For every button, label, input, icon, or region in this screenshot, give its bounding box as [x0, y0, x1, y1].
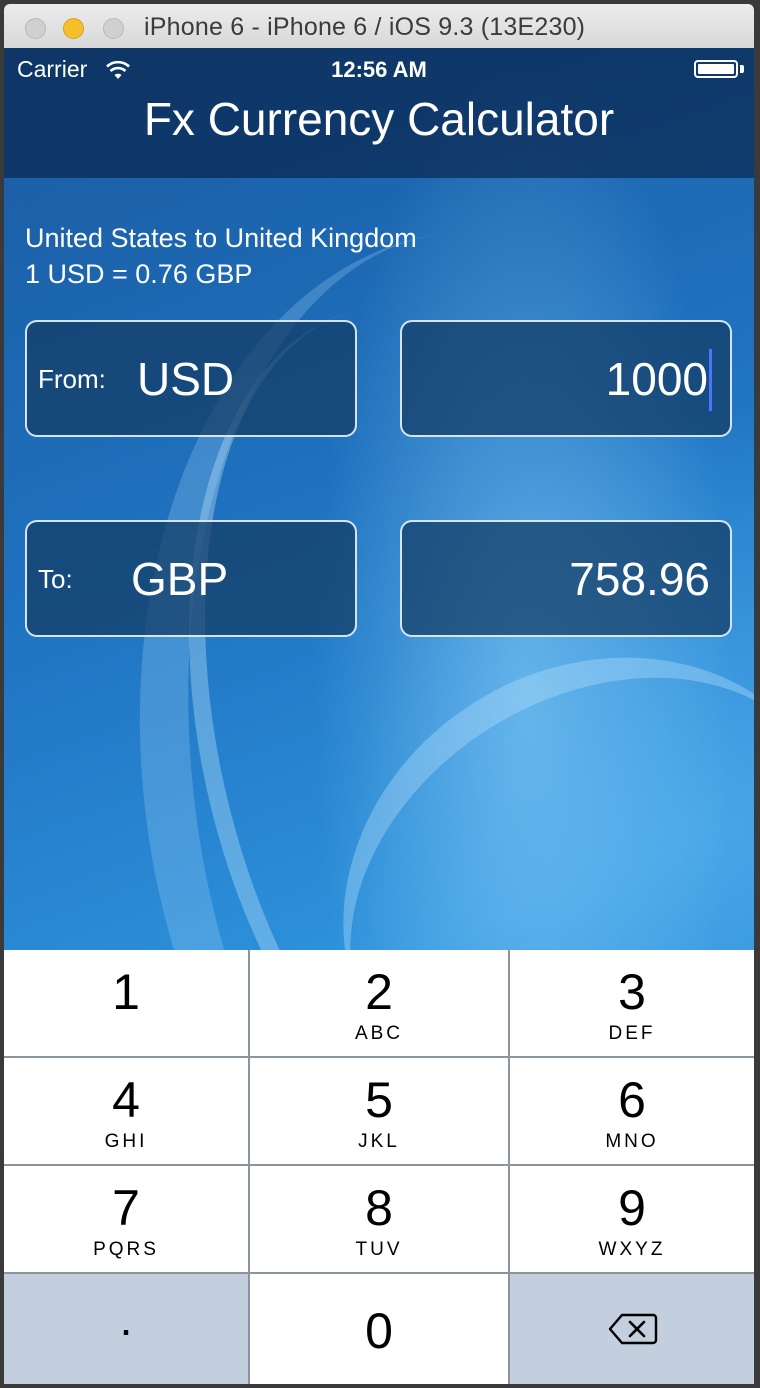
text-cursor — [709, 349, 712, 411]
to-amount-output[interactable]: 758.96 — [400, 520, 732, 637]
key-digit: 2 — [365, 964, 393, 1020]
conversion-info: United States to United Kingdom 1 USD = … — [25, 220, 417, 292]
minimize-window-button[interactable] — [63, 18, 84, 39]
key-digit: 0 — [365, 1303, 393, 1359]
exchange-rate: 1 USD = 0.76 GBP — [25, 259, 253, 289]
backspace-icon — [608, 1313, 658, 1345]
key-digit: 6 — [618, 1072, 646, 1128]
key-5[interactable]: 5 JKL — [250, 1058, 508, 1164]
from-amount-input[interactable]: 1000 — [400, 320, 732, 437]
key-digit: 8 — [365, 1180, 393, 1236]
key-letters: PQRS — [93, 1239, 159, 1260]
window-title: iPhone 6 - iPhone 6 / iOS 9.3 (13E230) — [144, 13, 586, 41]
to-label: To: — [38, 564, 73, 594]
close-window-button[interactable] — [25, 18, 46, 39]
window-titlebar: iPhone 6 - iPhone 6 / iOS 9.3 (13E230) — [4, 4, 754, 49]
to-currency-selector[interactable]: To: GBP — [25, 520, 357, 637]
zoom-window-button[interactable] — [103, 18, 124, 39]
battery-tip — [740, 65, 744, 73]
key-6[interactable]: 6 MNO — [510, 1058, 754, 1164]
key-0[interactable]: 0 — [250, 1274, 508, 1384]
key-decimal[interactable]: . — [4, 1274, 248, 1384]
simulator-window: iPhone 6 - iPhone 6 / iOS 9.3 (13E230) C… — [0, 0, 760, 1388]
key-decimal-symbol: . — [119, 1293, 133, 1345]
key-letters: MNO — [605, 1131, 659, 1152]
key-letters: TUV — [355, 1239, 403, 1260]
key-1[interactable]: 1 — [4, 950, 248, 1056]
to-amount-value: 758.96 — [569, 553, 710, 605]
page-title: Fx Currency Calculator — [143, 93, 615, 145]
from-currency-code: USD — [137, 353, 235, 405]
key-digit: 3 — [618, 964, 646, 1020]
from-label: From: — [38, 364, 106, 394]
route-description: United States to United Kingdom — [25, 223, 417, 253]
key-7[interactable]: 7 PQRS — [4, 1166, 248, 1272]
delete-button[interactable] — [510, 1274, 754, 1384]
key-4[interactable]: 4 GHI — [4, 1058, 248, 1164]
key-8[interactable]: 8 TUV — [250, 1166, 508, 1272]
key-letters: JKL — [358, 1131, 400, 1152]
numeric-keypad: 1 2 ABC 3 DEF 4 GHI 5 JKL 6 MNO 7 PQRS 8… — [4, 950, 754, 1384]
key-digit: 4 — [112, 1072, 140, 1128]
to-currency-code: GBP — [131, 553, 229, 605]
key-digit: 7 — [112, 1180, 140, 1236]
key-9[interactable]: 9 WXYZ — [510, 1166, 754, 1272]
key-letters: GHI — [104, 1131, 148, 1152]
phone-screen: Carrier 12:56 AM Fx Currency Calculator … — [4, 48, 754, 1384]
key-letters: ABC — [354, 1023, 404, 1044]
key-letters: DEF — [608, 1023, 656, 1044]
key-digit: 9 — [618, 1180, 646, 1236]
navigation-bar: Carrier 12:56 AM Fx Currency Calculator — [4, 48, 754, 178]
key-digit: 1 — [112, 964, 140, 1020]
battery-icon — [694, 60, 738, 78]
key-letters: WXYZ — [598, 1239, 666, 1260]
from-currency-selector[interactable]: From: USD — [25, 320, 357, 437]
key-2[interactable]: 2 ABC — [250, 950, 508, 1056]
status-time: 12:56 AM — [331, 57, 427, 82]
key-digit: 5 — [365, 1072, 393, 1128]
from-amount-value: 1000 — [605, 353, 708, 405]
key-3[interactable]: 3 DEF — [510, 950, 754, 1056]
